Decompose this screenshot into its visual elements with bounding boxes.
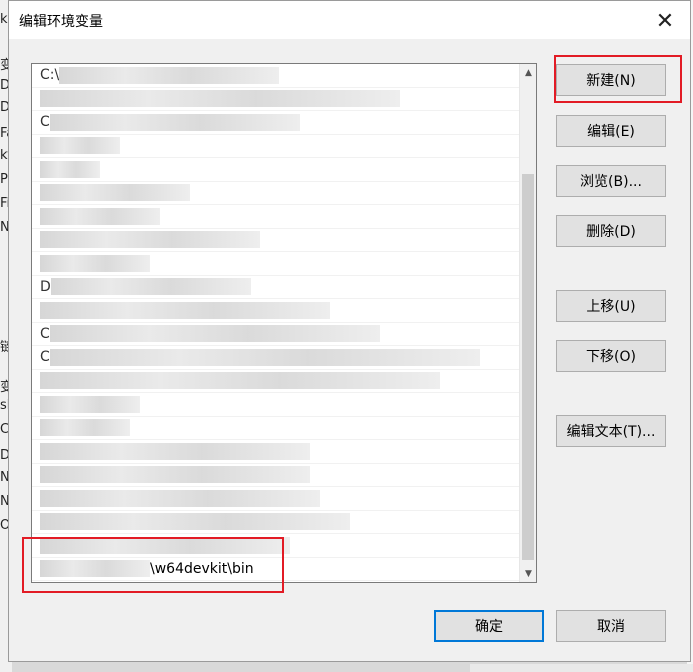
edit-text-button[interactable]: 编辑文本(T)... xyxy=(556,415,666,447)
list-item[interactable] xyxy=(32,158,536,182)
list-item[interactable]: D xyxy=(32,276,536,299)
redacted-path-blur xyxy=(40,184,190,201)
list-item[interactable] xyxy=(32,182,536,205)
list-items-container: C:\ C D C C \w64devkit\bin xyxy=(32,64,536,581)
scroll-up-arrow-icon[interactable]: ▲ xyxy=(520,64,536,81)
redacted-path-blur xyxy=(40,489,320,507)
redacted-path-blur xyxy=(40,560,150,577)
title-bar: 编辑环境变量 ✕ xyxy=(9,1,690,39)
close-button[interactable]: ✕ xyxy=(650,7,680,35)
list-item-lead: C xyxy=(40,114,50,130)
list-item[interactable] xyxy=(32,393,536,417)
list-item[interactable] xyxy=(32,88,536,111)
list-item[interactable] xyxy=(32,417,536,440)
dialog-body: C:\ C D C C \w64devkit\bin ▲ ▼ 新建(N) 编辑(E) 浏览… xyxy=(9,39,690,661)
list-item[interactable] xyxy=(32,370,536,393)
list-item-lead: D xyxy=(40,278,51,295)
background-window-bottom-edge xyxy=(470,664,693,672)
redacted-path-blur xyxy=(40,254,150,272)
list-scrollbar[interactable]: ▲ ▼ xyxy=(519,64,536,582)
scroll-down-arrow-icon[interactable]: ▼ xyxy=(520,565,536,582)
list-item[interactable] xyxy=(32,252,536,276)
list-item-lead: C xyxy=(40,349,50,365)
list-item[interactable] xyxy=(32,464,536,487)
redacted-path-blur xyxy=(40,466,310,483)
redacted-path-blur xyxy=(49,348,480,366)
list-item[interactable] xyxy=(32,229,536,252)
list-item[interactable]: C:\ xyxy=(32,64,536,88)
browse-button[interactable]: 浏览(B)... xyxy=(556,165,666,197)
redacted-path-blur xyxy=(49,325,380,342)
redacted-path-blur xyxy=(40,395,140,413)
list-item[interactable]: C xyxy=(32,323,536,346)
list-item[interactable]: C xyxy=(32,111,536,135)
list-item-lead: C xyxy=(40,325,50,342)
redacted-path-blur xyxy=(40,372,440,389)
list-item-text: \w64devkit\bin xyxy=(150,560,254,577)
edit-button[interactable]: 编辑(E) xyxy=(556,115,666,147)
redacted-path-blur xyxy=(50,278,251,295)
redacted-path-blur xyxy=(40,536,290,554)
list-item[interactable]: C xyxy=(32,346,536,370)
list-item[interactable] xyxy=(32,487,536,511)
list-item[interactable] xyxy=(32,534,536,558)
list-item[interactable]: \w64devkit\bin xyxy=(32,558,536,581)
redacted-path-blur xyxy=(40,513,350,530)
list-item[interactable] xyxy=(32,440,536,464)
new-button[interactable]: 新建(N) xyxy=(556,64,666,96)
path-entries-list[interactable]: C:\ C D C C \w64devkit\bin ▲ ▼ xyxy=(31,63,537,583)
redacted-path-blur xyxy=(40,160,100,178)
list-item[interactable] xyxy=(32,135,536,158)
scroll-thumb[interactable] xyxy=(522,174,534,560)
list-item[interactable] xyxy=(32,205,536,229)
redacted-path-blur xyxy=(40,207,160,225)
edit-environment-variable-dialog: 编辑环境变量 ✕ C:\ C D C C \w64devkit\bin ▲ ▼ 新建(N)… xyxy=(8,0,691,662)
redacted-path-blur xyxy=(59,66,280,84)
delete-button[interactable]: 删除(D) xyxy=(556,215,666,247)
redacted-path-blur xyxy=(40,90,400,107)
redacted-path-blur xyxy=(40,137,120,154)
redacted-path-blur xyxy=(49,113,300,131)
list-item[interactable] xyxy=(32,299,536,323)
list-item[interactable] xyxy=(32,511,536,534)
cancel-button[interactable]: 取消 xyxy=(556,610,666,642)
close-icon: ✕ xyxy=(655,8,675,34)
move-up-button[interactable]: 上移(U) xyxy=(556,290,666,322)
dialog-title: 编辑环境变量 xyxy=(19,14,103,30)
redacted-path-blur xyxy=(40,419,130,436)
list-item-lead: C:\ xyxy=(40,67,60,83)
redacted-path-blur xyxy=(40,442,310,460)
move-down-button[interactable]: 下移(O) xyxy=(556,340,666,372)
redacted-path-blur xyxy=(40,301,330,319)
ok-button[interactable]: 确定 xyxy=(434,610,544,642)
redacted-path-blur xyxy=(40,231,260,248)
